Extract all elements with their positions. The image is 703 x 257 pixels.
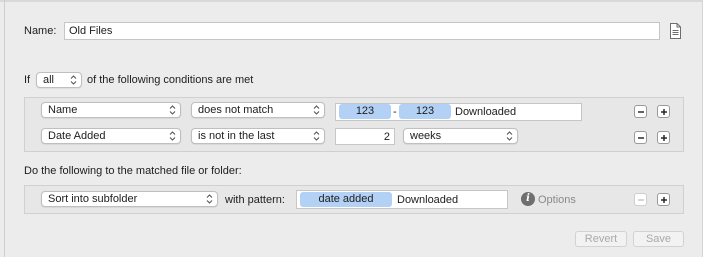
condition-attribute-value: Date Added (48, 130, 106, 142)
updown-chevron-icon (70, 75, 77, 85)
remove-action-button[interactable] (634, 193, 647, 206)
remove-condition-button[interactable] (634, 131, 647, 144)
updown-chevron-icon (169, 131, 176, 141)
rule-name-field[interactable]: Old Files (64, 22, 660, 40)
document-icon[interactable] (668, 23, 682, 39)
condition-operator-popup[interactable]: does not match (191, 102, 325, 118)
with-pattern-label: with pattern: (225, 194, 285, 206)
options-button[interactable]: Options (538, 193, 576, 207)
minus-icon (638, 111, 644, 113)
action-type-value: Sort into subfolder (48, 193, 138, 205)
name-label: Name: (24, 25, 57, 37)
revert-button[interactable]: Revert (575, 231, 627, 247)
condition-operator-value: does not match (198, 104, 274, 116)
updown-chevron-icon (169, 105, 176, 115)
pattern-token[interactable]: 123 (339, 104, 391, 119)
window-left-edge (4, 0, 5, 257)
updown-chevron-icon (506, 131, 513, 141)
plus-icon (661, 109, 667, 115)
remove-condition-button[interactable] (634, 105, 647, 118)
time-unit-popup[interactable]: weeks (403, 128, 518, 144)
add-action-button[interactable] (657, 193, 670, 206)
window-top-edge (0, 0, 703, 2)
amount-field[interactable]: 2 (335, 128, 395, 145)
condition-operator-popup[interactable]: is not in the last (191, 128, 325, 144)
match-mode-value: all (43, 74, 55, 86)
condition-attribute-popup[interactable]: Date Added (41, 128, 181, 144)
conditions-suffix-label: of the following conditions are met (87, 74, 254, 86)
if-label: If (24, 74, 31, 86)
save-button[interactable]: Save (633, 231, 684, 247)
pattern-separator: - (393, 106, 397, 118)
updown-chevron-icon (206, 194, 213, 204)
condition-attribute-popup[interactable]: Name (41, 102, 181, 118)
condition-operator-value: is not in the last (198, 130, 275, 142)
add-condition-button[interactable] (657, 131, 670, 144)
add-condition-button[interactable] (657, 105, 670, 118)
minus-icon (638, 137, 644, 139)
plus-icon (661, 197, 667, 203)
updown-chevron-icon (313, 131, 320, 141)
updown-chevron-icon (313, 105, 320, 115)
info-icon[interactable]: i (521, 192, 535, 206)
match-mode-popup[interactable]: all (36, 72, 82, 88)
pattern-text: Downloaded (397, 194, 459, 206)
condition-attribute-value: Name (48, 104, 78, 116)
pattern-text: Downloaded (455, 106, 517, 118)
time-unit-value: weeks (410, 130, 442, 142)
pattern-token[interactable]: 123 (399, 104, 451, 119)
action-type-popup[interactable]: Sort into subfolder (41, 191, 218, 207)
minus-icon (638, 199, 644, 201)
pattern-token[interactable]: date added (300, 192, 392, 207)
actions-heading: Do the following to the matched file or … (24, 165, 242, 177)
plus-icon (661, 135, 667, 141)
